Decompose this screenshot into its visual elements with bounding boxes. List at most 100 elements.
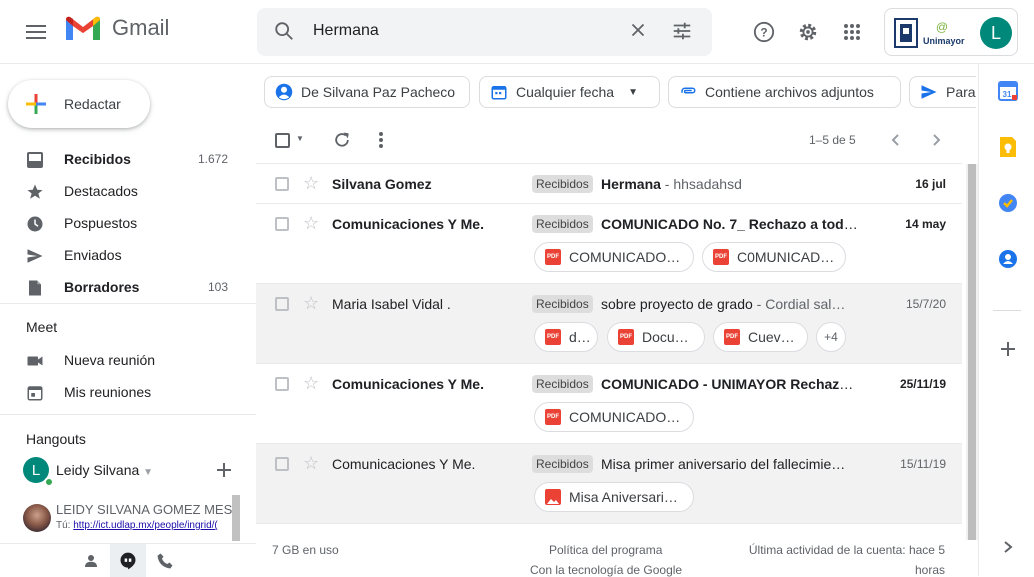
search-options-icon[interactable] bbox=[671, 20, 693, 47]
storage-usage[interactable]: 7 GB en uso bbox=[272, 543, 339, 557]
add-chat-plus-icon[interactable] bbox=[214, 460, 234, 480]
filter-chip-to[interactable]: Para bbox=[909, 76, 976, 108]
scrollbar-thumb[interactable] bbox=[968, 164, 976, 540]
row-checkbox[interactable] bbox=[275, 217, 289, 231]
more-options-icon[interactable] bbox=[378, 131, 384, 154]
sidebar-item-count: 1.672 bbox=[197, 152, 228, 166]
clear-search-icon[interactable] bbox=[627, 19, 649, 47]
attachment-name: C0MUNICAD… bbox=[737, 249, 835, 265]
contacts-person-icon[interactable] bbox=[82, 552, 100, 575]
filter-chip-attachments[interactable]: Contiene archivos adjuntos bbox=[668, 76, 901, 108]
filter-chip-label: Contiene archivos adjuntos bbox=[705, 84, 874, 100]
apps-grid-icon[interactable] bbox=[836, 16, 868, 48]
contact-avatar bbox=[23, 504, 51, 532]
settings-gear-icon[interactable] bbox=[792, 16, 824, 48]
filter-chip-date[interactable]: Cualquier fecha ▼ bbox=[479, 76, 660, 108]
main-menu-icon[interactable] bbox=[20, 16, 52, 48]
more-attachments-badge[interactable]: +4 bbox=[816, 322, 846, 352]
select-all-checkbox[interactable] bbox=[275, 133, 290, 148]
pdf-file-icon: PDF bbox=[713, 249, 729, 265]
attachment-chip[interactable]: PDF C0MUNICAD… bbox=[702, 242, 846, 272]
sidebar-item-drafts[interactable]: Borradores 103 bbox=[0, 271, 256, 303]
dropdown-arrow-icon[interactable]: ▼ bbox=[143, 467, 153, 478]
row-checkbox[interactable] bbox=[275, 377, 289, 391]
email-sender: Silvana Gomez bbox=[332, 176, 432, 192]
row-checkbox[interactable] bbox=[275, 457, 289, 471]
email-row[interactable]: ☆ Maria Isabel Vidal . Recibidos sobre p… bbox=[256, 284, 962, 364]
star-icon[interactable]: ☆ bbox=[303, 173, 319, 194]
search-icon[interactable] bbox=[273, 20, 295, 47]
star-icon[interactable]: ☆ bbox=[303, 373, 319, 394]
google-contacts-icon[interactable] bbox=[997, 248, 1019, 270]
attachment-chip[interactable]: PDF COMUNICADO -… bbox=[534, 402, 694, 432]
compose-label: Redactar bbox=[64, 96, 121, 112]
pdf-file-icon: PDF bbox=[545, 329, 561, 345]
help-icon[interactable]: ? bbox=[748, 16, 780, 48]
google-tasks-icon[interactable] bbox=[997, 192, 1019, 214]
add-addon-plus-icon[interactable] bbox=[997, 338, 1019, 360]
image-file-icon bbox=[545, 489, 561, 505]
label-badge: Recibidos bbox=[532, 455, 593, 473]
attachment-icon bbox=[679, 83, 697, 101]
next-page-chevron-icon[interactable] bbox=[929, 133, 943, 152]
sidebar-item-snoozed[interactable]: Pospuestos bbox=[0, 207, 256, 239]
compose-button[interactable]: Redactar bbox=[8, 80, 150, 128]
hangouts-contact[interactable]: LEIDY SILVANA GOMEZ MES Tú: http://ict.u… bbox=[0, 495, 240, 541]
main-scrollbar[interactable] bbox=[966, 164, 978, 540]
sidebar-item-starred[interactable]: Destacados bbox=[0, 175, 256, 207]
subject-text: sobre proyecto de grado bbox=[601, 296, 753, 312]
prev-page-chevron-icon[interactable] bbox=[889, 133, 903, 152]
meet-my-meetings[interactable]: Mis reuniones bbox=[0, 376, 256, 408]
email-row[interactable]: ☆ Comunicaciones Y Me. Recibidos Misa pr… bbox=[256, 444, 962, 524]
gmail-logo[interactable]: Gmail bbox=[64, 14, 169, 42]
dropdown-arrow-icon: ▼ bbox=[628, 86, 638, 98]
email-row[interactable]: ☆ Silvana Gomez Recibidos Hermana - hhsa… bbox=[256, 164, 962, 204]
email-sender: Comunicaciones Y Me. bbox=[332, 376, 484, 392]
row-checkbox[interactable] bbox=[275, 297, 289, 311]
attachment-chip[interactable]: PDF Cuev… bbox=[713, 322, 808, 352]
search-input[interactable]: Hermana bbox=[313, 22, 379, 40]
select-menu-arrow-icon[interactable]: ▼ bbox=[296, 134, 304, 143]
hangouts-user-name[interactable]: Leidy Silvana ▼ bbox=[56, 462, 153, 478]
attachment-chip[interactable]: PDF Docu… bbox=[607, 322, 705, 352]
account-switcher[interactable]: @ Unimayor L bbox=[884, 8, 1018, 56]
attachment-chip[interactable]: PDF d… bbox=[534, 322, 598, 352]
powered-by-google: Con la tecnología de Google bbox=[530, 563, 683, 577]
star-icon[interactable]: ☆ bbox=[303, 213, 319, 234]
sidebar-item-count: 103 bbox=[207, 280, 228, 294]
email-date: 25/11/19 bbox=[899, 377, 946, 391]
star-icon[interactable]: ☆ bbox=[303, 293, 319, 314]
email-row[interactable]: ☆ Comunicaciones Y Me. Recibidos COMUNIC… bbox=[256, 364, 962, 444]
last-activity: Última actividad de la cuenta: hace 5 bbox=[748, 543, 945, 557]
organization-label: Unimayor bbox=[923, 36, 965, 46]
label-badge: Recibidos bbox=[532, 375, 593, 393]
subject-text: Misa primer aniversario del fallecimie… bbox=[601, 456, 846, 472]
expand-panel-chevron-icon[interactable] bbox=[997, 536, 1019, 558]
hangouts-chat-tab[interactable] bbox=[110, 544, 146, 577]
row-checkbox[interactable] bbox=[275, 177, 289, 191]
phone-icon[interactable] bbox=[156, 552, 174, 575]
search-bar[interactable]: Hermana bbox=[257, 8, 712, 56]
email-row[interactable]: ☆ Comunicaciones Y Me. Recibidos COMUNIC… bbox=[256, 204, 962, 284]
refresh-icon[interactable] bbox=[332, 130, 352, 155]
snippet-text: - Cordial sal… bbox=[752, 296, 846, 312]
email-date: 14 may bbox=[905, 217, 946, 231]
attachment-chip[interactable]: PDF COMUNICADO … bbox=[534, 242, 694, 272]
sidebar-item-inbox[interactable]: Recibidos 1.672 bbox=[0, 143, 256, 175]
program-policy-link[interactable]: Política del programa bbox=[549, 543, 662, 557]
hangouts-scrollbar[interactable] bbox=[232, 495, 240, 541]
attachment-chip[interactable]: Misa Aniversari… bbox=[534, 482, 694, 512]
email-sender: Comunicaciones Y Me. bbox=[332, 216, 484, 232]
sidebar-item-sent[interactable]: Enviados bbox=[0, 239, 256, 271]
google-keep-icon[interactable] bbox=[997, 136, 1019, 158]
attachment-name: Cuev… bbox=[748, 329, 795, 345]
message-link[interactable]: http://ict.udlap.mx/people/ingrid/( bbox=[73, 520, 218, 531]
star-icon[interactable]: ☆ bbox=[303, 453, 319, 474]
meet-new-meeting[interactable]: Nueva reunión bbox=[0, 344, 256, 376]
filter-chip-from[interactable]: De Silvana Paz Pacheco bbox=[264, 76, 470, 108]
svg-text:?: ? bbox=[760, 26, 767, 40]
account-avatar[interactable]: L bbox=[980, 17, 1012, 49]
attachment-name: Docu… bbox=[642, 329, 689, 345]
filter-chip-label: De Silvana Paz Pacheco bbox=[301, 84, 456, 100]
google-calendar-icon[interactable]: 31 bbox=[997, 80, 1019, 102]
